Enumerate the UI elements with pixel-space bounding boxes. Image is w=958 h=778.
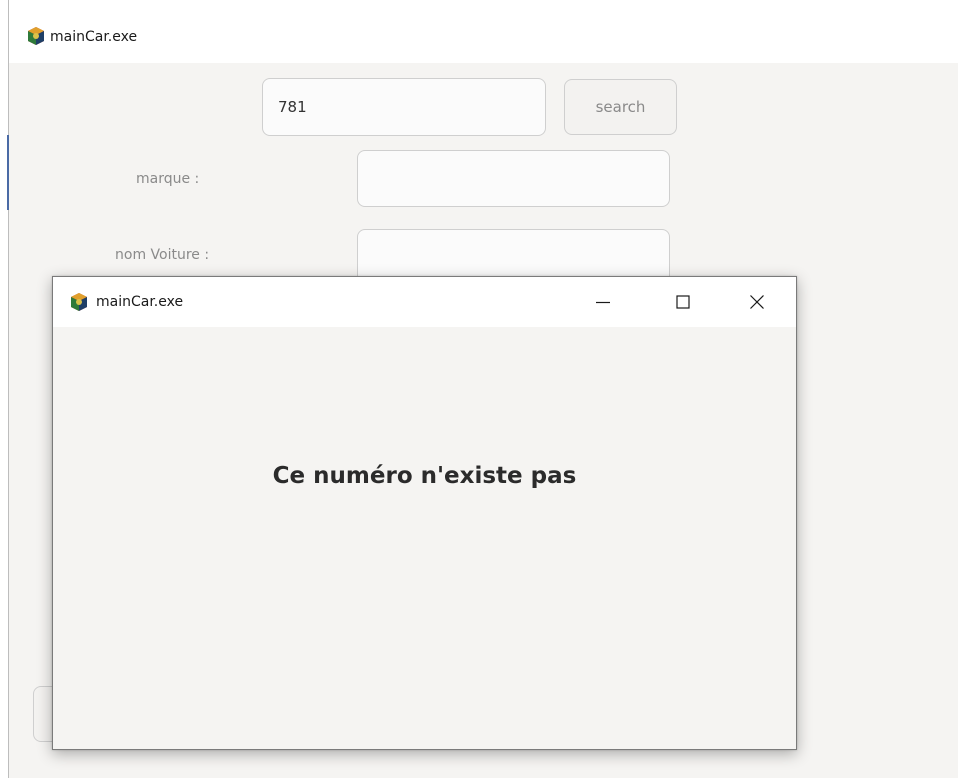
left-window-accent: [7, 135, 9, 210]
minimize-button[interactable]: [580, 277, 626, 327]
main-titlebar[interactable]: mainCar.exe: [9, 0, 958, 63]
car-app-icon: [71, 293, 87, 311]
search-button[interactable]: search: [564, 79, 677, 135]
message-dialog: mainCar.exe Ce numéro n'existe pas: [52, 276, 797, 750]
dialog-title: mainCar.exe: [96, 294, 184, 310]
search-input[interactable]: [262, 78, 546, 136]
nom-voiture-label: nom Voiture :: [115, 247, 210, 263]
dialog-message: Ce numéro n'existe pas: [272, 463, 577, 489]
close-icon: [750, 295, 764, 309]
maximize-icon: [676, 295, 690, 309]
maximize-button[interactable]: [660, 277, 706, 327]
marque-field[interactable]: [357, 150, 670, 207]
car-app-icon: [28, 27, 44, 45]
main-window-title: mainCar.exe: [50, 29, 138, 45]
minimize-icon: [596, 301, 610, 304]
dialog-titlebar[interactable]: mainCar.exe: [53, 277, 796, 327]
close-button[interactable]: [734, 277, 780, 327]
left-window-border: [8, 0, 9, 778]
marque-label: marque :: [136, 171, 200, 187]
